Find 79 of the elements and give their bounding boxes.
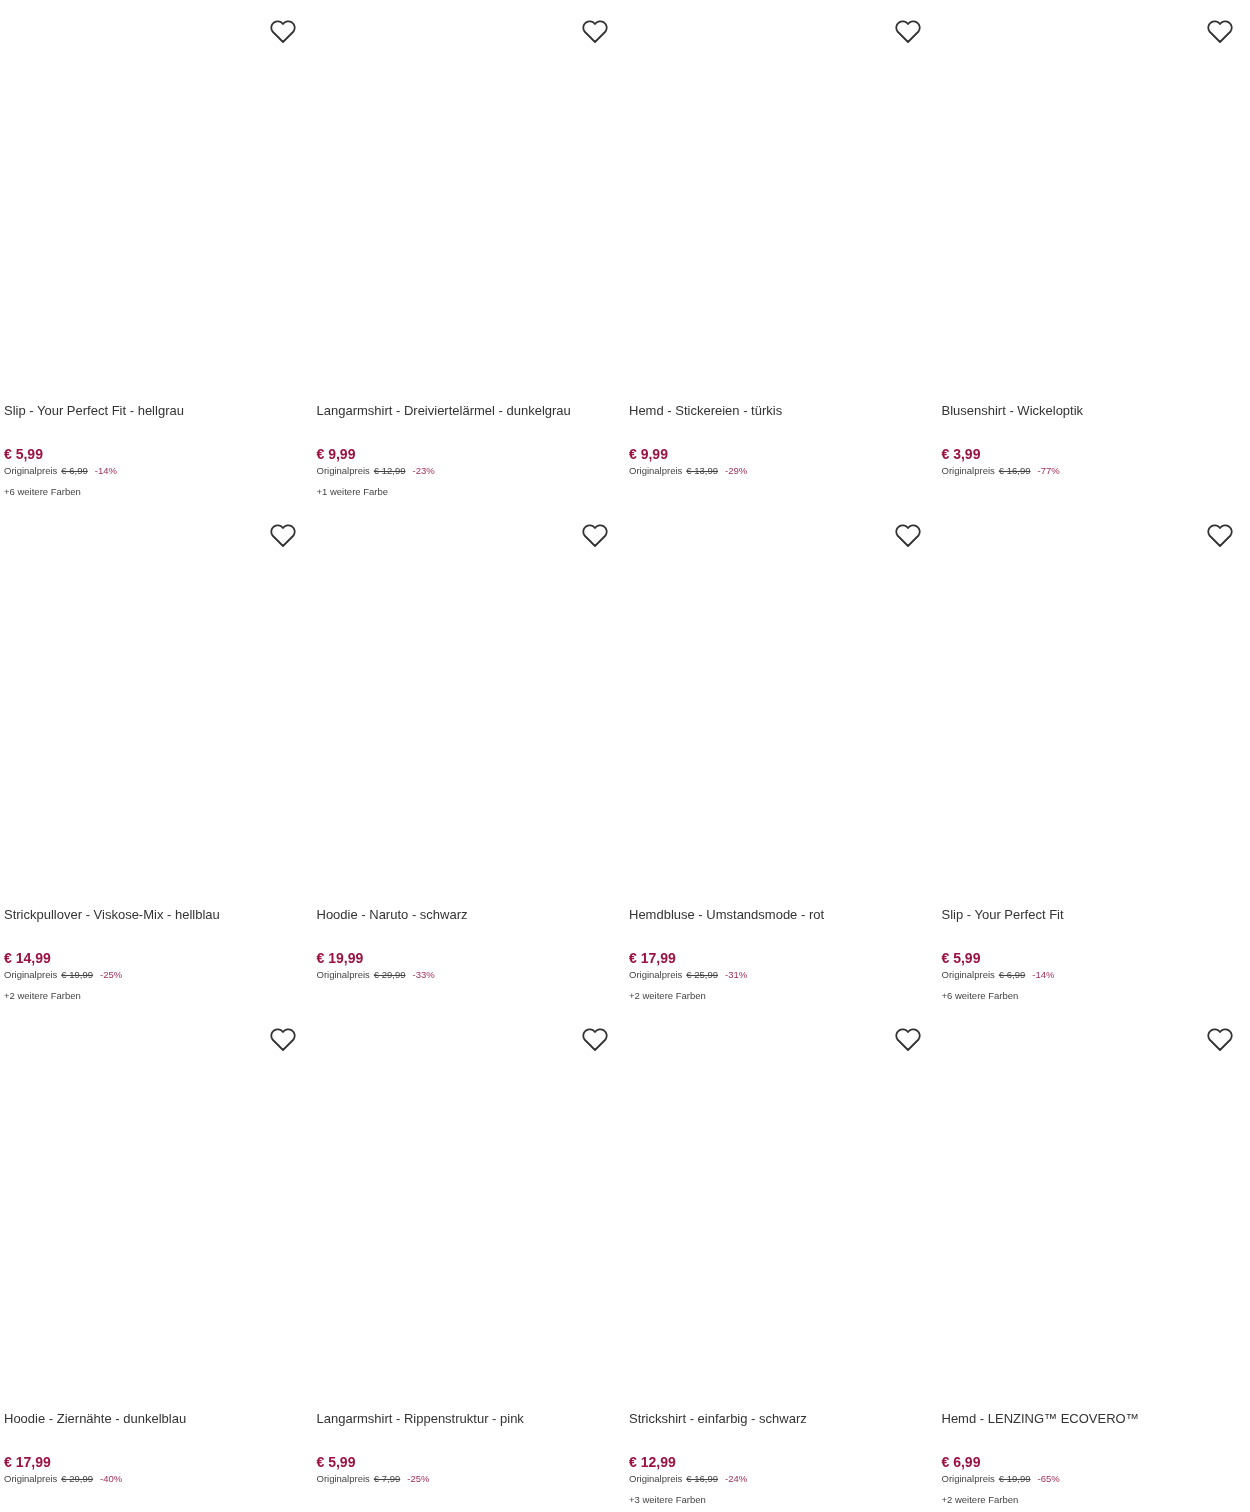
product-title[interactable]: Hemd - LENZING™ ECOVERO™	[941, 1409, 1139, 1429]
original-price: € 13,99	[686, 464, 719, 478]
product-title[interactable]: Hoodie - Naruto - schwarz	[316, 905, 468, 925]
original-price: € 7,99	[373, 1472, 401, 1486]
product-title[interactable]: Hemdbluse - Umstandsmode - rot	[629, 905, 825, 925]
more-colors-link[interactable]: +2 weitere Farben	[4, 989, 81, 1003]
product-title[interactable]: Langarmshirt - Rippenstruktur - pink	[316, 1409, 524, 1429]
product-title[interactable]: Blusenshirt - Wickeloptik	[941, 401, 1084, 421]
original-price-label: Originalpreis	[941, 968, 995, 982]
discount: -33%	[412, 968, 435, 982]
heart-icon[interactable]	[268, 20, 297, 44]
heart-icon[interactable]	[268, 524, 297, 548]
sale-price: € 9,99	[316, 445, 356, 464]
original-price: € 6,99	[61, 464, 88, 478]
product-title[interactable]: Strickpullover - Viskose-Mix - hellblau	[4, 905, 220, 925]
original-price-label: Originalpreis	[316, 968, 370, 982]
original-price-label: Originalpreis	[316, 464, 370, 478]
sale-price: € 17,99	[629, 949, 676, 968]
product-title[interactable]: Slip - Your Perfect Fit	[941, 905, 1064, 925]
heart-icon[interactable]	[1206, 20, 1234, 44]
discount: -40%	[100, 1472, 123, 1486]
discount: -24%	[725, 1472, 748, 1486]
original-price-label: Originalpreis	[629, 1472, 683, 1486]
sale-price: € 9,99	[629, 445, 668, 464]
original-price-label: Originalpreis	[316, 1472, 370, 1486]
product-title[interactable]: Strickshirt - einfarbig - schwarz	[629, 1409, 807, 1429]
discount: -31%	[725, 968, 748, 982]
discount: -14%	[94, 464, 117, 478]
discount: -77%	[1037, 464, 1060, 478]
heart-icon[interactable]	[1206, 524, 1234, 548]
original-price: € 12,99	[373, 464, 406, 478]
original-price: € 16,99	[998, 464, 1031, 478]
discount: -25%	[407, 1472, 430, 1486]
discount: -23%	[412, 464, 435, 478]
original-price: € 19,99	[998, 1472, 1031, 1486]
original-price-label: Originalpreis	[4, 968, 58, 982]
product-title[interactable]: Hoodie - Ziernähte - dunkelblau	[4, 1409, 187, 1429]
sale-price: € 5,99	[941, 949, 981, 968]
original-price-label: Originalpreis	[941, 1472, 995, 1486]
discount: -65%	[1037, 1472, 1060, 1486]
more-colors-link[interactable]: +1 weitere Farbe	[316, 485, 389, 499]
sale-price: € 5,99	[4, 445, 43, 464]
sale-price: € 5,99	[316, 1453, 356, 1472]
more-colors-link[interactable]: +2 weitere Farben	[941, 1493, 1019, 1507]
more-colors-link[interactable]: +3 weitere Farben	[629, 1493, 706, 1507]
original-price-label: Originalpreis	[4, 464, 58, 478]
original-price-label: Originalpreis	[4, 1472, 58, 1486]
sale-price: € 19,99	[316, 949, 364, 968]
original-price: € 6,99	[998, 968, 1026, 982]
discount: -29%	[725, 464, 748, 478]
more-colors-link[interactable]: +6 weitere Farben	[941, 989, 1019, 1003]
product-title[interactable]: Hemd - Stickereien - türkis	[629, 401, 783, 421]
heart-icon[interactable]	[893, 20, 922, 44]
original-price: € 25,99	[686, 968, 719, 982]
heart-icon[interactable]	[581, 20, 609, 44]
original-price: € 16,99	[686, 1472, 719, 1486]
original-price: € 29,99	[373, 968, 406, 982]
sale-price: € 14,99	[4, 949, 51, 968]
discount: -25%	[100, 968, 123, 982]
more-colors-link[interactable]: +6 weitere Farben	[4, 485, 81, 499]
sale-price: € 6,99	[941, 1453, 981, 1472]
heart-icon[interactable]	[268, 1028, 297, 1052]
heart-icon[interactable]	[893, 524, 922, 548]
original-price-label: Originalpreis	[941, 464, 995, 478]
product-title[interactable]: Langarmshirt - Dreiviertelärmel - dunkelgrau	[316, 401, 571, 421]
product-title[interactable]: Slip - Your Perfect Fit - hellgrau	[4, 401, 184, 421]
heart-icon[interactable]	[581, 524, 609, 548]
heart-icon[interactable]	[893, 1028, 922, 1052]
heart-icon[interactable]	[581, 1028, 609, 1052]
more-colors-link[interactable]: +2 weitere Farben	[629, 989, 706, 1003]
original-price: € 29,99	[61, 1472, 94, 1486]
heart-icon[interactable]	[1206, 1028, 1234, 1052]
original-price: € 19,99	[61, 968, 94, 982]
sale-price: € 3,99	[941, 445, 981, 464]
sale-price: € 17,99	[4, 1453, 51, 1472]
original-price-label: Originalpreis	[629, 464, 683, 478]
original-price-label: Originalpreis	[629, 968, 683, 982]
sale-price: € 12,99	[629, 1453, 676, 1472]
discount: -14%	[1032, 968, 1055, 982]
